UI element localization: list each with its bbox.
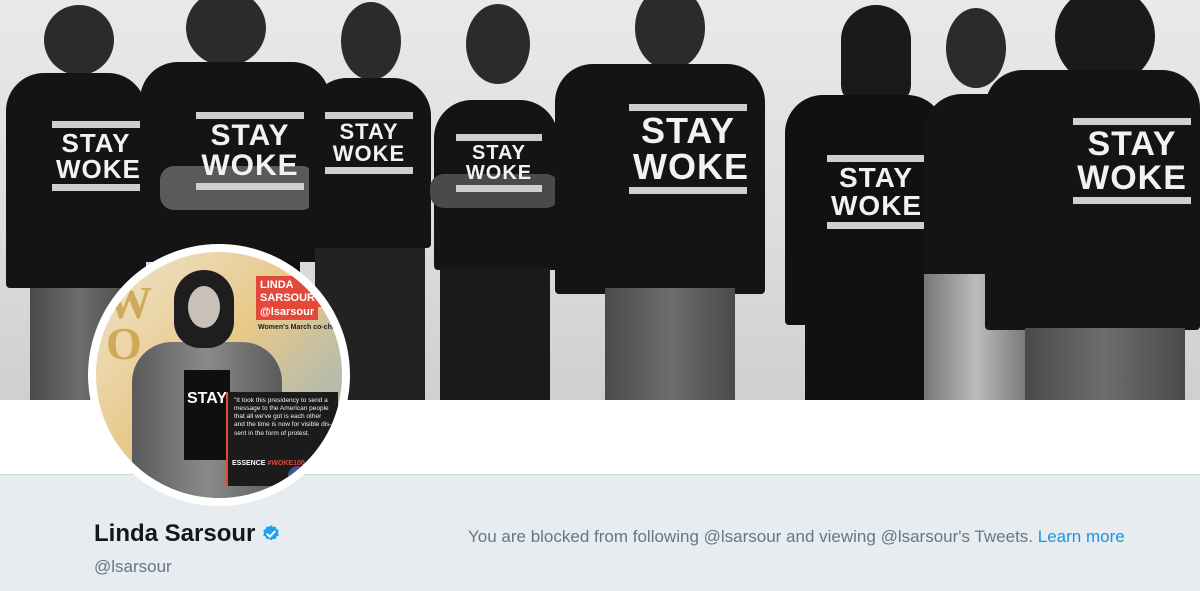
avatar-shirt-text: STAY xyxy=(186,390,227,407)
tee-text-woke: WOKE xyxy=(56,154,141,184)
blocked-notice: You are blocked from following @lsarsour… xyxy=(468,527,1125,547)
profile-name-row: Linda Sarsour xyxy=(94,520,281,548)
profile-avatar[interactable]: WO STAY LINDA SARSOUR @lsarsour Women's … xyxy=(88,244,350,506)
tee-text-woke: WOKE xyxy=(831,190,923,221)
tee-text-woke: WOKE xyxy=(1077,159,1187,197)
tee-text-woke: WOKE xyxy=(332,141,406,166)
tee-text-woke: WOKE xyxy=(465,162,533,184)
avatar-image: WO STAY LINDA SARSOUR @lsarsour Women's … xyxy=(96,252,342,498)
tee-text-woke: WOKE xyxy=(633,146,749,187)
profile-display-name[interactable]: Linda Sarsour xyxy=(94,520,255,548)
blocked-notice-text: You are blocked from following @lsarsour… xyxy=(468,527,1034,546)
avatar-name-label: LINDA SARSOUR xyxy=(256,276,342,308)
tee-text-stay: STAY xyxy=(1087,125,1177,163)
tee-text-stay: STAY xyxy=(838,162,914,193)
tee-text-stay: STAY xyxy=(471,142,527,164)
tee-text-stay: STAY xyxy=(210,119,290,152)
verified-badge-icon xyxy=(263,525,280,541)
avatar-handle-label: @lsarsour xyxy=(256,304,319,320)
tee-text-stay: STAY xyxy=(640,110,736,151)
banner-person: STAY WOKE xyxy=(985,0,1200,400)
avatar-face xyxy=(188,286,220,328)
learn-more-link[interactable]: Learn more xyxy=(1038,527,1125,546)
banner-person: STAY WOKE xyxy=(430,4,560,400)
banner-person: STAY WOKE xyxy=(545,0,775,400)
profile-handle[interactable]: @lsarsour xyxy=(94,557,172,577)
facebook-icon: f xyxy=(288,466,308,486)
avatar-essence-brand: ESSENCE xyxy=(232,460,266,467)
avatar-role-label: Women's March co-chair xyxy=(258,324,341,331)
tee-text-woke: WOKE xyxy=(201,149,299,182)
avatar-shirt xyxy=(184,370,230,460)
avatar-quote: "It took this presidency to send a messa… xyxy=(226,392,338,486)
